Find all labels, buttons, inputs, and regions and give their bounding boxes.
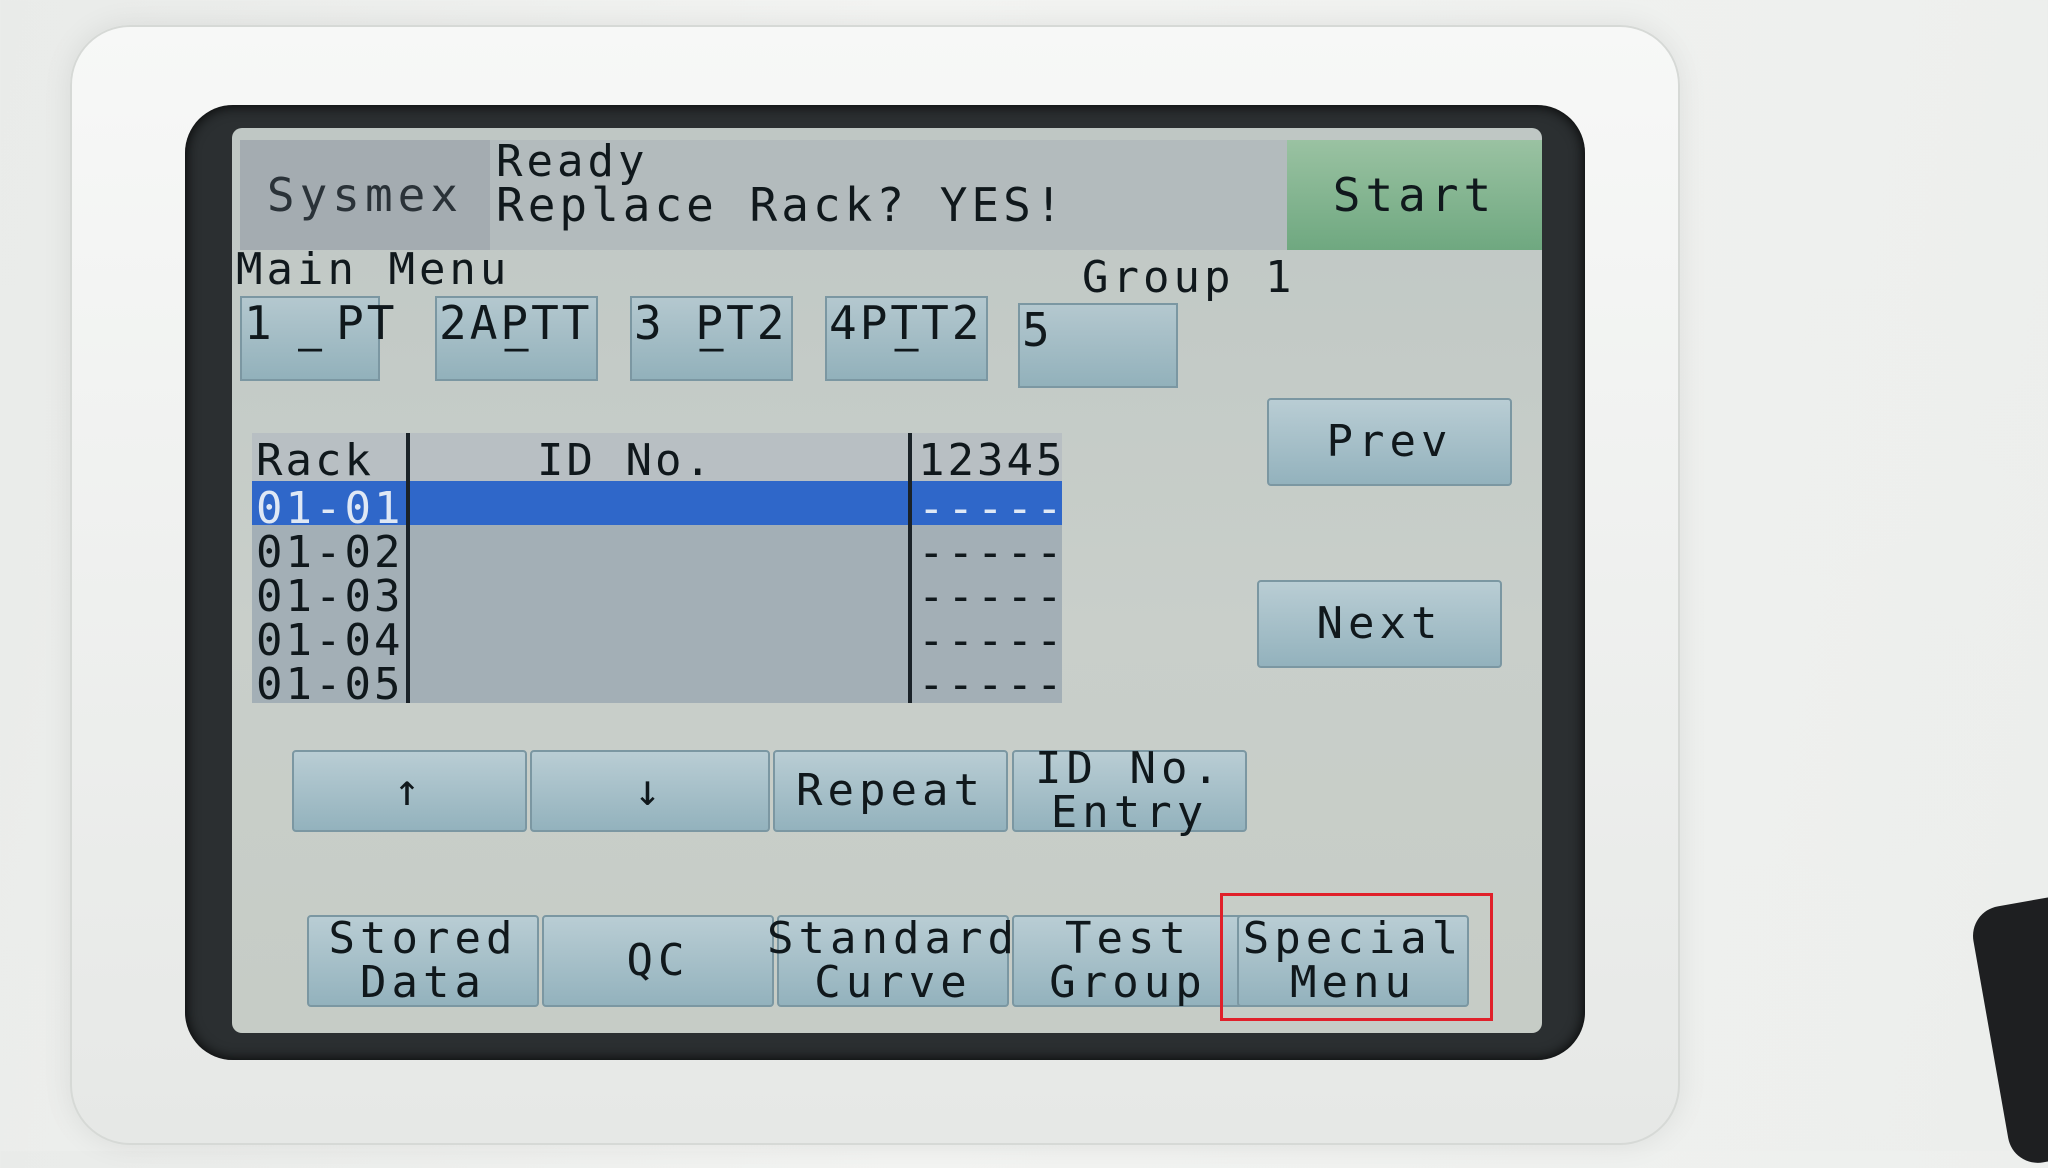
up-arrow-icon: ↑	[393, 765, 426, 816]
prev-button[interactable]: Prev	[1267, 398, 1512, 486]
rack-table: Rack ID No. 12345 01-01 ----- 01-02 ----…	[252, 433, 1062, 710]
stored-data-button[interactable]: Stored Data	[307, 915, 539, 1007]
repeat-label: Repeat	[796, 765, 985, 816]
status-line-2: Replace Rack? YES!	[496, 178, 1067, 232]
special-line-2: Menu	[1290, 957, 1416, 1008]
scroll-up-button[interactable]: ↑	[292, 750, 527, 832]
standard-line-2: Curve	[814, 957, 972, 1008]
down-arrow-icon: ↓	[634, 765, 666, 816]
tab-marker: —	[894, 325, 919, 371]
qc-button[interactable]: QC	[542, 915, 774, 1007]
tab-label: 5	[1022, 303, 1053, 357]
menu-title: Main Menu	[236, 244, 511, 295]
table-row[interactable]: 01-01 -----	[252, 481, 1062, 534]
scroll-down-button[interactable]: ↓	[530, 750, 770, 832]
next-button[interactable]: Next	[1257, 580, 1502, 668]
table-row[interactable]: 01-02 -----	[252, 525, 1062, 578]
lcd-screen: Sysmex Ready Replace Rack? YES! Start Ma…	[232, 128, 1542, 1033]
header-tests: 12345	[918, 435, 1066, 486]
repeat-button[interactable]: Repeat	[773, 750, 1008, 832]
tab-test-2[interactable]: 2APTT —	[435, 296, 598, 381]
stored-line-1: Stored	[328, 913, 518, 964]
tab-test-5[interactable]: 5	[1018, 303, 1178, 388]
tab-test-4[interactable]: 4PTT2 —	[825, 296, 988, 381]
qc-label: QC	[626, 935, 690, 986]
table-row[interactable]: 01-05 -----	[252, 657, 1062, 710]
brand-logo: Sysmex	[240, 140, 490, 250]
id-entry-line-1: ID No.	[1035, 743, 1224, 794]
id-entry-line-2: Entry	[1050, 787, 1209, 838]
table-row[interactable]: 01-03 -----	[252, 569, 1062, 622]
standard-line-1: Standard	[767, 913, 1019, 964]
test-group-button[interactable]: Test Group	[1012, 915, 1244, 1007]
tab-marker: —	[504, 325, 529, 371]
column-divider	[406, 433, 410, 703]
rack-cell: 01-05	[256, 659, 404, 710]
test-line-1: Test	[1065, 913, 1191, 964]
column-divider	[908, 433, 912, 703]
next-label: Next	[1316, 598, 1443, 649]
id-entry-button[interactable]: ID No. Entry	[1012, 743, 1247, 838]
cable	[1968, 892, 2048, 1168]
prev-label: Prev	[1326, 416, 1453, 467]
tests-cell: -----	[918, 659, 1066, 710]
tab-test-1[interactable]: 1 PT —	[240, 296, 394, 381]
start-label: Start	[1332, 168, 1497, 222]
stored-line-2: Data	[360, 957, 486, 1008]
standard-curve-button[interactable]: Standard Curve	[767, 915, 1014, 1008]
tab-marker: —	[297, 325, 323, 371]
special-menu-button[interactable]: Special Menu	[1237, 915, 1469, 1007]
brand-text: Sysmex	[266, 168, 464, 222]
header-rack: Rack	[256, 435, 374, 486]
group-label: Group 1	[1082, 252, 1296, 303]
table-row[interactable]: 01-04 -----	[252, 613, 1062, 666]
header-id: ID No.	[537, 435, 714, 486]
tab-marker: —	[699, 325, 724, 371]
table-header: Rack ID No. 12345	[252, 433, 1062, 486]
start-button[interactable]: Start	[1287, 140, 1542, 250]
special-line-1: Special	[1242, 913, 1464, 964]
status-area: Ready Replace Rack? YES!	[490, 140, 1360, 250]
tab-test-3[interactable]: 3 PT2 —	[630, 296, 793, 381]
test-line-2: Group	[1049, 957, 1207, 1008]
